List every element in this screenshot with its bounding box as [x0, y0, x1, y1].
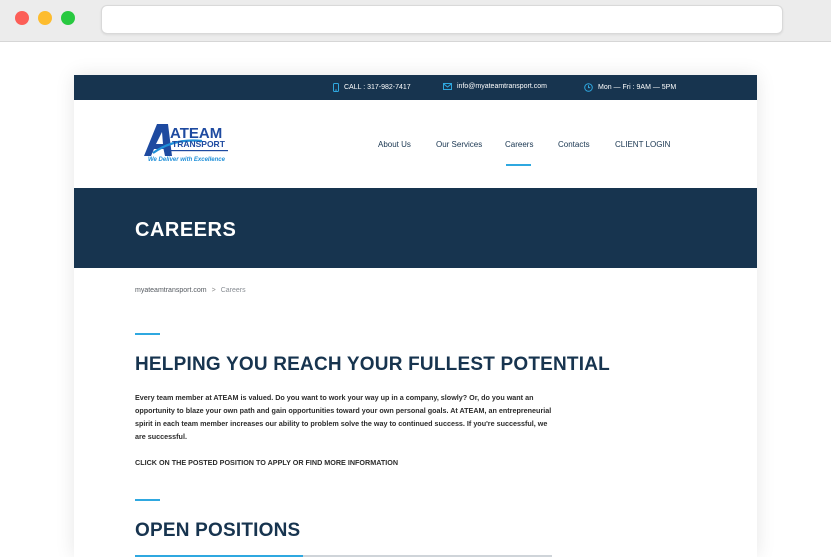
maximize-window-button[interactable]	[61, 11, 75, 25]
section-heading-potential: HELPING YOU REACH YOUR FULLEST POTENTIAL	[135, 354, 610, 375]
email-text: info@myateamtransport.com	[457, 83, 547, 90]
nav-client-login[interactable]: CLIENT LOGIN	[615, 140, 670, 149]
nav-contacts[interactable]: Contacts	[558, 140, 590, 149]
address-bar[interactable]	[101, 5, 783, 34]
phone-text: CALL : 317-982-7417	[344, 84, 411, 91]
email-info[interactable]: info@myateamtransport.com	[443, 83, 547, 90]
apply-instruction: CLICK ON THE POSTED POSITION TO APPLY OR…	[135, 458, 399, 467]
browser-chrome	[0, 0, 831, 42]
phone-icon	[333, 83, 339, 92]
section-accent-line	[135, 499, 160, 501]
website: CALL : 317-982-7417 info@myateamtranspor…	[74, 75, 757, 557]
nav-about-us[interactable]: About Us	[378, 140, 411, 149]
minimize-window-button[interactable]	[38, 11, 52, 25]
top-info-bar: CALL : 317-982-7417 info@myateamtranspor…	[74, 75, 757, 100]
breadcrumb-separator: >	[211, 287, 216, 294]
page-title: CAREERS	[135, 219, 237, 241]
breadcrumb: myateamtransport.com > Careers	[135, 287, 246, 294]
logo-tagline: We Deliver with Excellence	[148, 157, 225, 163]
section-heading-open-positions: OPEN POSITIONS	[135, 520, 301, 541]
hours-text: Mon — Fri : 9AM — 5PM	[598, 84, 677, 91]
nav-careers[interactable]: Careers	[505, 140, 533, 149]
site-header: ATEAM TRANSPORT We Deliver with Excellen…	[74, 100, 757, 188]
clock-icon	[584, 83, 593, 92]
careers-intro-paragraph: Every team member at ATEAM is valued. Do…	[135, 393, 552, 441]
mail-icon	[443, 83, 452, 90]
logo-sub-text: TRANSPORT	[172, 139, 226, 149]
section-accent-line	[135, 333, 160, 335]
page-hero: CAREERS	[74, 188, 757, 268]
close-window-button[interactable]	[15, 11, 29, 25]
breadcrumb-home-link[interactable]: myateamtransport.com	[135, 287, 207, 294]
phone-info[interactable]: CALL : 317-982-7417	[333, 83, 411, 92]
active-nav-indicator	[506, 164, 531, 166]
hours-info: Mon — Fri : 9AM — 5PM	[584, 83, 676, 92]
breadcrumb-current: Careers	[220, 287, 246, 294]
nav-our-services[interactable]: Our Services	[436, 140, 482, 149]
